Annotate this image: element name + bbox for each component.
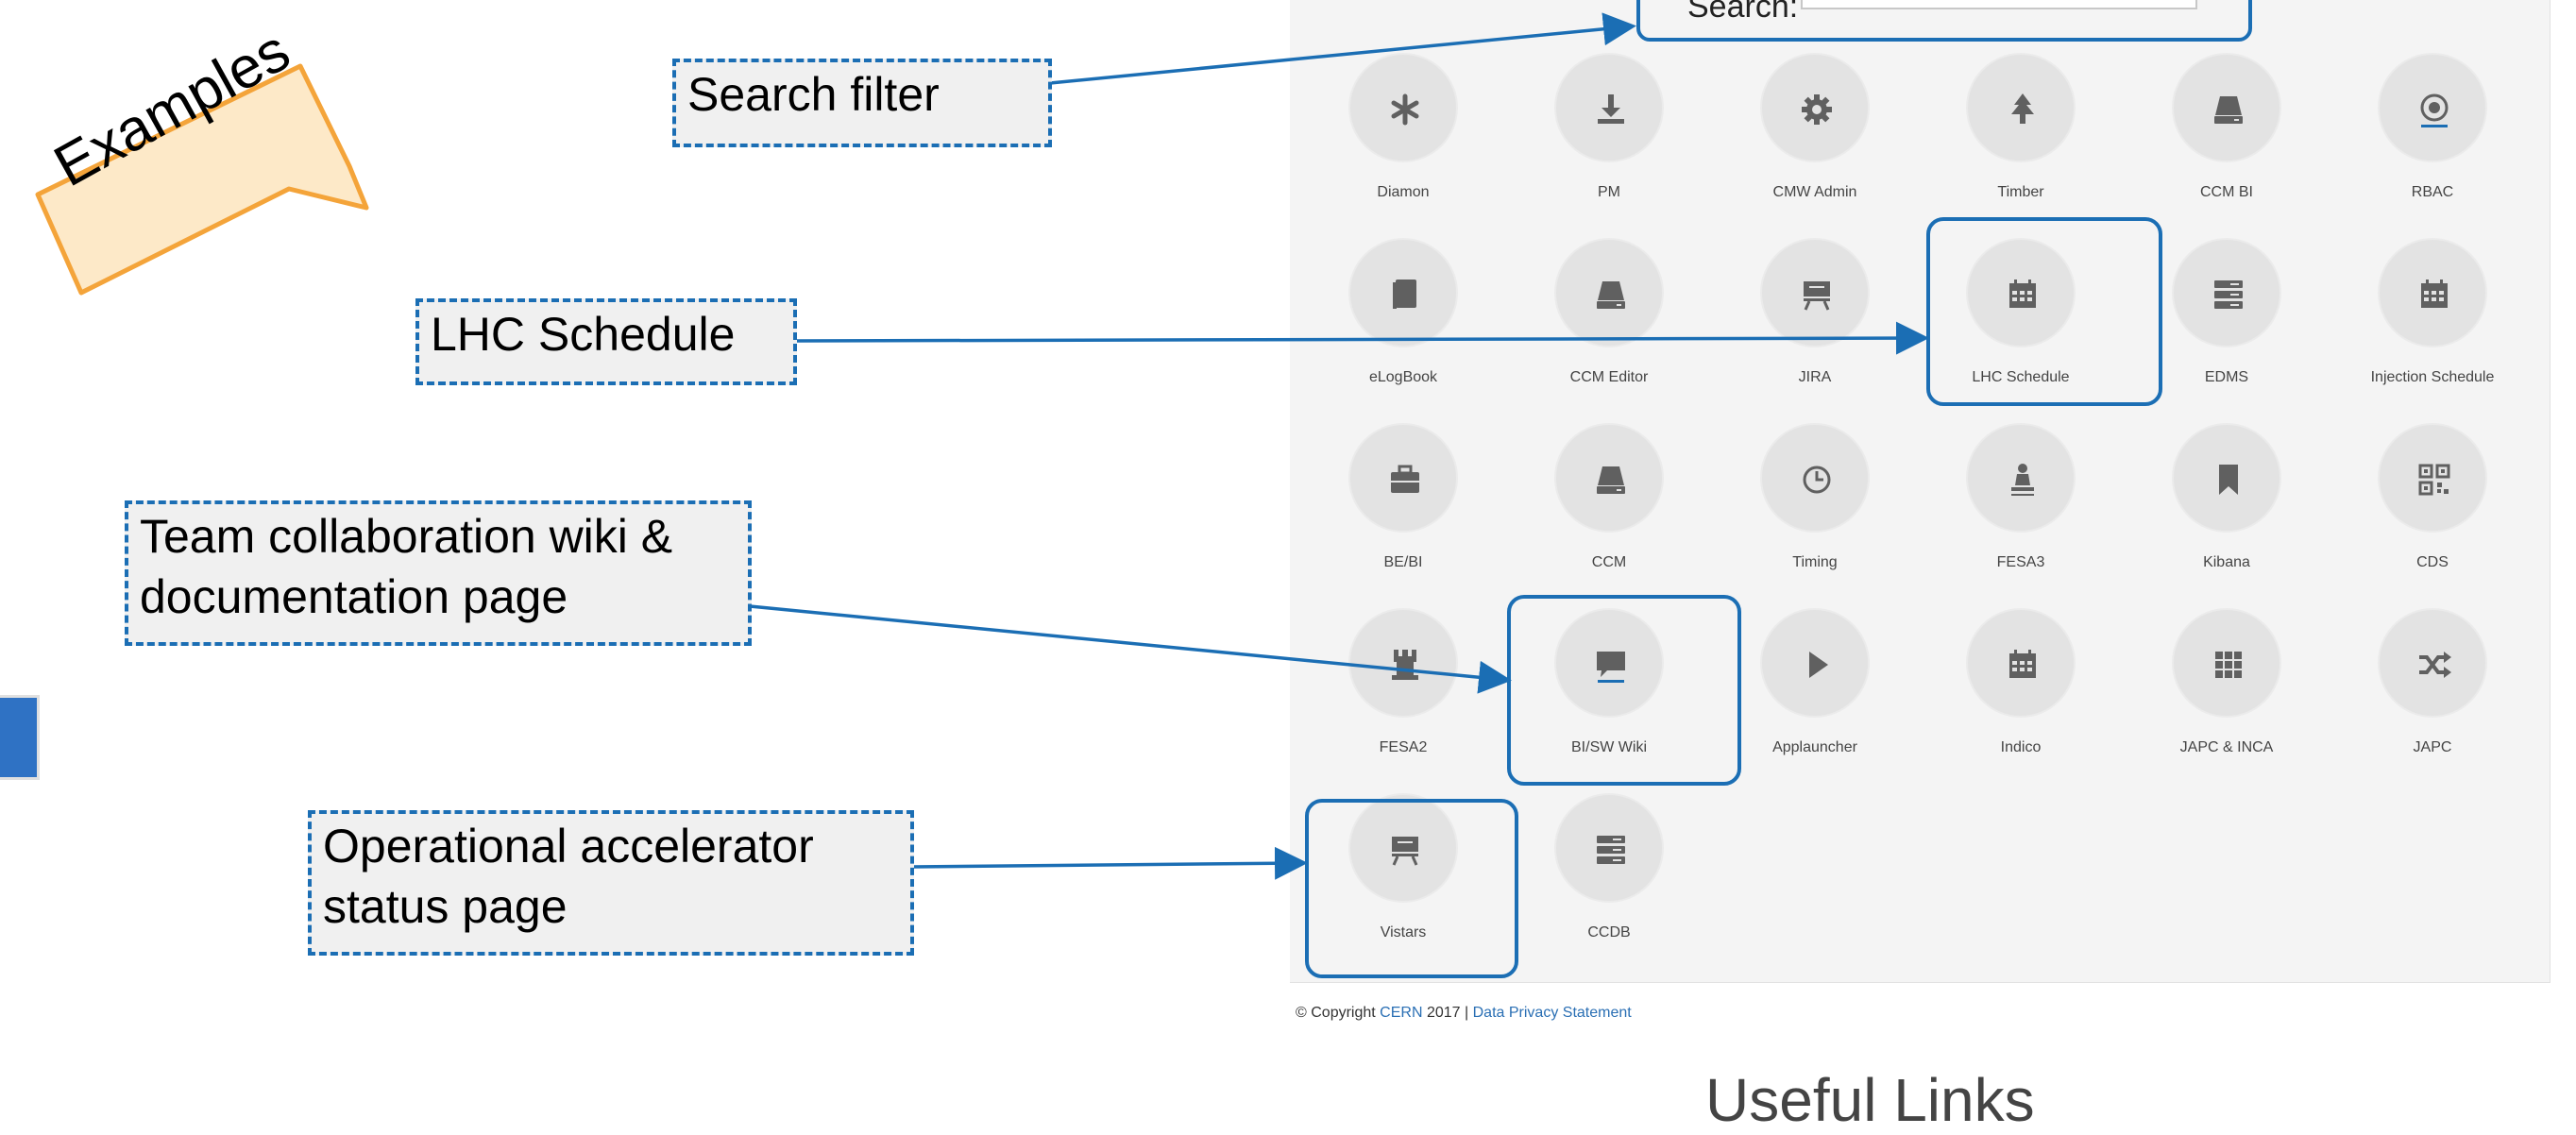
callout-search-filter: Search filter bbox=[672, 59, 1052, 147]
footer-privacy-link[interactable]: Data Privacy Statement bbox=[1473, 1005, 1632, 1021]
footer-copyright: © Copyright bbox=[1296, 1005, 1376, 1021]
callout-lhc-schedule: LHC Schedule bbox=[415, 298, 797, 385]
arrow-wiki bbox=[749, 604, 1512, 694]
footer-year: 2017 | bbox=[1426, 1005, 1469, 1021]
arrow-search-filter bbox=[1049, 12, 1636, 85]
arrow-status bbox=[911, 846, 1308, 880]
footer: © Copyright CERN 2017 | Data Privacy Sta… bbox=[1296, 1005, 1632, 1022]
arrow-lhc-schedule bbox=[794, 321, 1929, 355]
callout-status: Operational accelerator status page bbox=[308, 810, 914, 956]
callout-wiki: Team collaboration wiki & documentation … bbox=[125, 500, 752, 646]
slide-caption: Useful Links bbox=[1705, 1066, 2035, 1134]
footer-cern-link[interactable]: CERN bbox=[1380, 1005, 1422, 1021]
